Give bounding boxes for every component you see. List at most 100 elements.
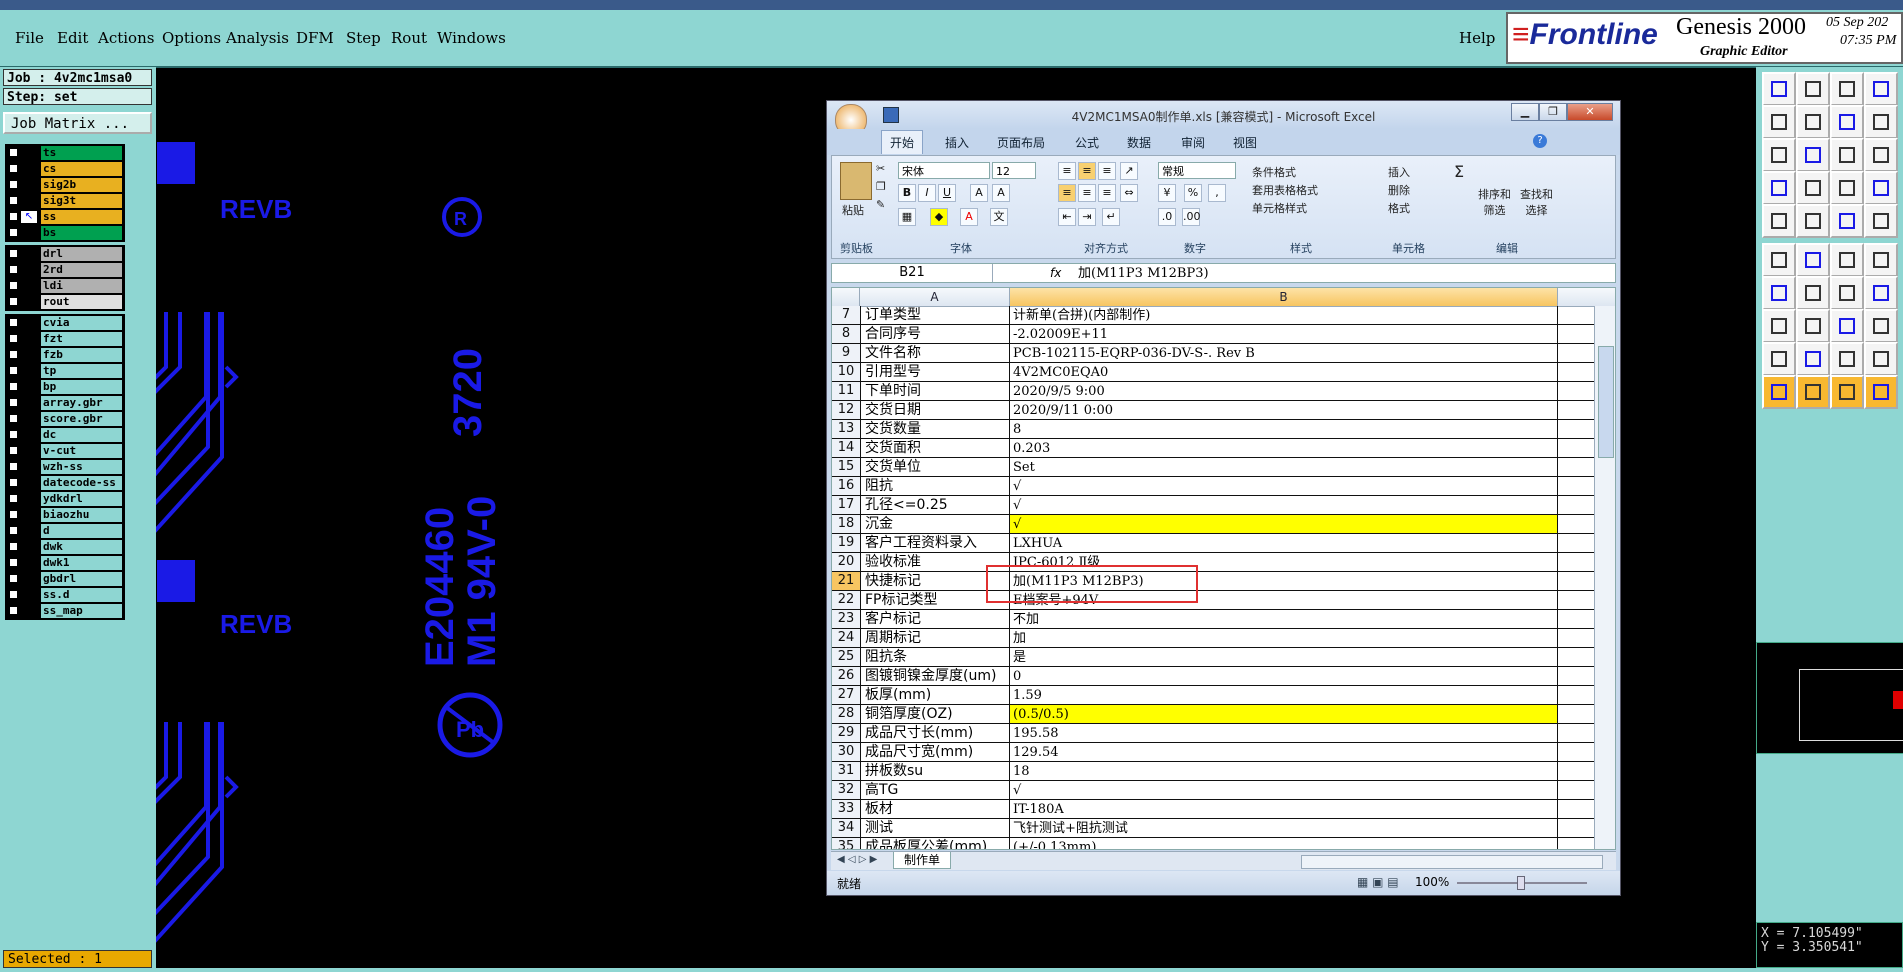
- layer-row[interactable]: wzh-ss: [6, 459, 124, 475]
- text-a-icon[interactable]: [1796, 342, 1830, 376]
- row-header[interactable]: 32: [832, 781, 860, 799]
- scale-icon[interactable]: [1830, 138, 1864, 172]
- name-box[interactable]: B21: [832, 264, 993, 282]
- layer-row[interactable]: gbdrl: [6, 571, 124, 587]
- font-name-combo[interactable]: 宋体: [898, 162, 990, 179]
- menu-edit[interactable]: Edit: [57, 29, 88, 47]
- layer-row[interactable]: dc: [6, 427, 124, 443]
- fit-icon[interactable]: [1762, 138, 1796, 172]
- layer-row[interactable]: tp: [6, 363, 124, 379]
- measure-bar-icon[interactable]: [1830, 204, 1864, 238]
- formula-input[interactable]: 加(M11P3 M12BP3): [1078, 264, 1209, 282]
- layer-row[interactable]: rout: [6, 294, 124, 310]
- row-header[interactable]: 9: [832, 344, 860, 362]
- row-header[interactable]: 16: [832, 477, 860, 495]
- table-row[interactable]: 28 铜箔厚度(OZ) (0.5/0.5): [832, 705, 1615, 724]
- cell-b[interactable]: Set: [1010, 458, 1558, 476]
- split-icon[interactable]: [1864, 243, 1898, 277]
- table-row[interactable]: 21 快捷标记 加(M11P3 M12BP3): [832, 572, 1615, 591]
- table-row[interactable]: 22 FP标记类型 E档案号+94V: [832, 591, 1615, 610]
- layer-checkbox[interactable]: [9, 526, 18, 535]
- table-row[interactable]: 20 验收标准 IPC-6012 Ⅱ级: [832, 553, 1615, 572]
- menu-file[interactable]: File: [15, 29, 44, 47]
- cell-a[interactable]: 高TG: [860, 781, 1010, 799]
- cell-b[interactable]: 是: [1010, 648, 1558, 666]
- layer-row[interactable]: ss_map: [6, 603, 124, 619]
- cell-a[interactable]: 订单类型: [860, 306, 1010, 324]
- maximize-button[interactable]: ❐: [1539, 103, 1567, 121]
- row-header[interactable]: 22: [832, 591, 860, 609]
- comma-icon[interactable]: ,: [1208, 184, 1226, 202]
- tab-page-layout[interactable]: 页面布局: [997, 134, 1045, 151]
- layer-row[interactable]: ↖ ss: [6, 209, 124, 225]
- table-row[interactable]: 18 沉金 √: [832, 515, 1615, 534]
- table-row[interactable]: 19 客户工程资料录入 LXHUA: [832, 534, 1615, 553]
- row-header[interactable]: 14: [832, 439, 860, 457]
- row-header[interactable]: 30: [832, 743, 860, 761]
- cell-a[interactable]: 引用型号: [860, 363, 1010, 381]
- font-size-combo[interactable]: 12: [992, 162, 1036, 179]
- row-header[interactable]: 27: [832, 686, 860, 704]
- font-color-icon[interactable]: A: [960, 208, 978, 226]
- close-button[interactable]: ✕: [1567, 103, 1613, 121]
- layer-checkbox[interactable]: [9, 510, 18, 519]
- layer-row[interactable]: fzt: [6, 331, 124, 347]
- decrease-indent-icon[interactable]: ⇤: [1058, 208, 1076, 226]
- table-row[interactable]: 26 图镀铜镍金厚度(um) 0: [832, 667, 1615, 686]
- cell-a[interactable]: 图镀铜镍金厚度(um): [860, 667, 1010, 685]
- cell-b[interactable]: (0.5/0.5): [1010, 705, 1558, 723]
- table-row[interactable]: 7 订单类型 计新单(合拼)(内部制作): [832, 306, 1615, 325]
- layer-name[interactable]: tp: [41, 364, 122, 378]
- layer-name[interactable]: sig3t: [41, 194, 122, 208]
- border-icon[interactable]: ▦: [898, 208, 916, 226]
- layer-name[interactable]: fzt: [41, 332, 122, 346]
- cell-a[interactable]: 阻抗: [860, 477, 1010, 495]
- layer-name[interactable]: sig2b: [41, 178, 122, 192]
- layer-name[interactable]: bs: [41, 226, 122, 240]
- cell-a[interactable]: 成品板厚公差(mm): [860, 838, 1010, 849]
- layer-checkbox[interactable]: [9, 398, 18, 407]
- increase-decimal-icon[interactable]: .0: [1158, 208, 1176, 226]
- row-header[interactable]: 19: [832, 534, 860, 552]
- cell-b[interactable]: √: [1010, 496, 1558, 514]
- row-header[interactable]: 15: [832, 458, 860, 476]
- cell-a[interactable]: 交货面积: [860, 439, 1010, 457]
- layer-checkbox[interactable]: [9, 249, 18, 258]
- column-header-a[interactable]: A: [860, 288, 1010, 306]
- cell-a[interactable]: 沉金: [860, 515, 1010, 533]
- row-header[interactable]: 29: [832, 724, 860, 742]
- layer-checkbox[interactable]: [9, 148, 18, 157]
- layer-row[interactable]: ts: [6, 145, 124, 161]
- layer-checkbox[interactable]: [9, 462, 18, 471]
- row-header[interactable]: 34: [832, 819, 860, 837]
- layer-name[interactable]: fzb: [41, 348, 122, 362]
- excel-titlebar[interactable]: 4V2MC1MSA0制作单.xls [兼容模式] - Microsoft Exc…: [827, 101, 1620, 136]
- italic-icon[interactable]: I: [918, 184, 936, 202]
- tab-formulas[interactable]: 公式: [1075, 134, 1099, 151]
- layer-name[interactable]: v-cut: [41, 444, 122, 458]
- row-header[interactable]: 17: [832, 496, 860, 514]
- cell-b[interactable]: 1.59: [1010, 686, 1558, 704]
- layer-name[interactable]: ss: [41, 210, 122, 224]
- cell-b[interactable]: 8: [1010, 420, 1558, 438]
- table-row[interactable]: 35 成品板厚公差(mm) (+/-0.13mm): [832, 838, 1615, 849]
- underline-icon[interactable]: U: [938, 184, 956, 202]
- cell-a[interactable]: 周期标记: [860, 629, 1010, 647]
- layer-row[interactable]: biaozhu: [6, 507, 124, 523]
- link-icon[interactable]: [1864, 309, 1898, 343]
- align-bottom-icon[interactable]: ≡: [1098, 162, 1116, 180]
- pan-right-icon[interactable]: [1796, 105, 1830, 139]
- table-row[interactable]: 34 测试 飞针测试+阻抗测试: [832, 819, 1615, 838]
- cell-b[interactable]: 加: [1010, 629, 1558, 647]
- table-row[interactable]: 33 板材 IT-180A: [832, 800, 1615, 819]
- triangle-icon[interactable]: [1762, 342, 1796, 376]
- cell-b[interactable]: 计新单(合拼)(内部制作): [1010, 306, 1558, 324]
- select-all-corner[interactable]: [832, 288, 860, 306]
- layer-row[interactable]: score.gbr: [6, 411, 124, 427]
- layer-checkbox[interactable]: [9, 228, 18, 237]
- layer-checkbox[interactable]: [9, 350, 18, 359]
- cell-b[interactable]: PCB-102115-EQRP-036-DV-S-. Rev B: [1010, 344, 1558, 362]
- cell-b[interactable]: LXHUA: [1010, 534, 1558, 552]
- angle-icon[interactable]: [1762, 276, 1796, 310]
- row-header[interactable]: 20: [832, 553, 860, 571]
